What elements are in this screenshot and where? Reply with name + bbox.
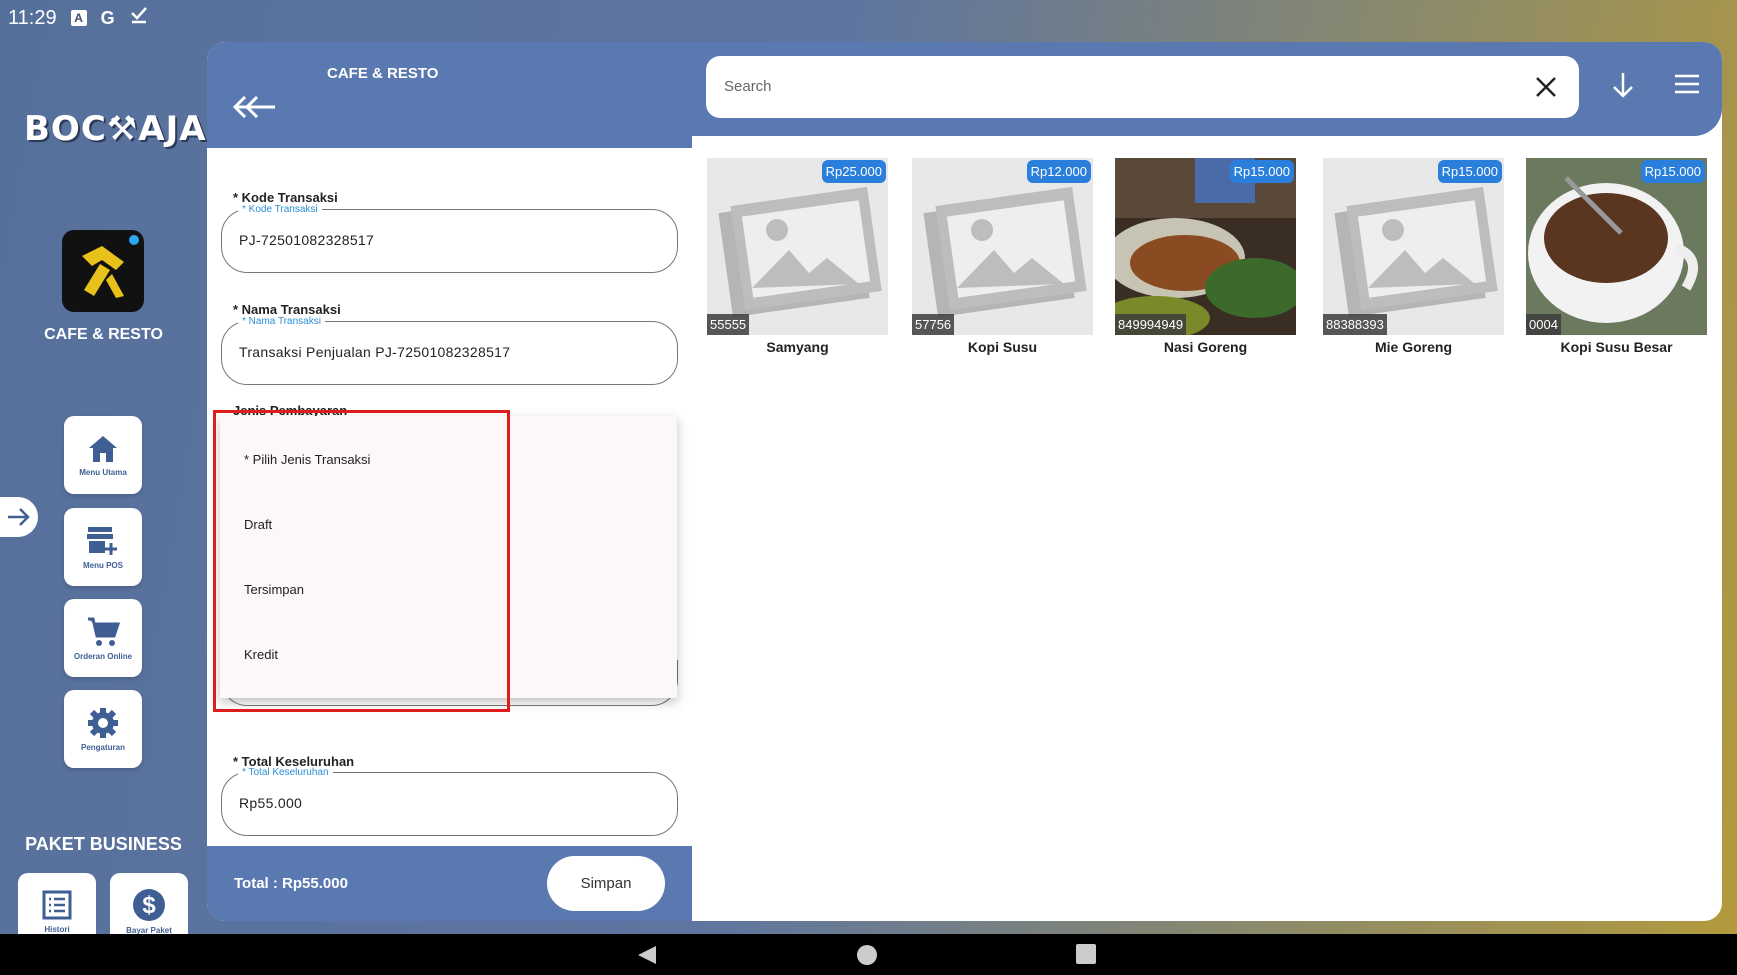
kode-transaksi-value: PJ-72501082328517 xyxy=(239,232,375,248)
image-placeholder-icon xyxy=(923,186,1087,318)
a-icon: A xyxy=(70,10,87,26)
product-card[interactable]: Rp25.000 55555 Samyang xyxy=(707,158,888,355)
histori-label: Histori xyxy=(44,924,70,934)
check-icon xyxy=(129,5,149,31)
svg-text:$: $ xyxy=(142,892,156,919)
kode-transaksi-field[interactable]: * Kode Transaksi PJ-72501082328517 xyxy=(221,204,678,273)
nama-transaksi-label: * Nama Transaksi xyxy=(233,302,341,317)
arrow-down-icon[interactable] xyxy=(1610,70,1636,100)
status-time: 11:29 xyxy=(8,6,57,29)
total-keseluruhan-value: Rp55.000 xyxy=(239,795,303,811)
search-input[interactable]: Search xyxy=(706,56,1579,118)
product-price: Rp25.000 xyxy=(821,160,886,183)
pengaturan-button[interactable]: Pengaturan xyxy=(64,690,142,768)
total-keseluruhan-hint: * Total Keseluruhan xyxy=(238,767,333,778)
product-price: Rp12.000 xyxy=(1026,160,1091,183)
product-image: Rp15.000 0004 xyxy=(1526,158,1707,335)
app-label: CAFE & RESTO xyxy=(44,326,163,343)
product-code: 849994949 xyxy=(1115,314,1187,335)
nama-transaksi-value: Transaksi Penjualan PJ-72501082328517 xyxy=(239,344,511,360)
product-price: Rp15.000 xyxy=(1640,160,1705,183)
sidebar: BOC⚒AJA CAFE & RESTO Menu Utama Menu POS… xyxy=(0,36,207,949)
product-code: 55555 xyxy=(707,314,750,335)
orderan-online-button[interactable]: Orderan Online xyxy=(64,599,142,677)
status-bar: 11:29 A G xyxy=(0,0,1737,36)
product-card[interactable]: Rp15.000 849994949 Nasi Goreng xyxy=(1115,158,1296,355)
system-nav-bar xyxy=(0,934,1737,975)
form-header: CAFE & RESTO xyxy=(207,42,692,148)
form-footer: Total : Rp55.000 Simpan xyxy=(207,846,692,921)
search-placeholder: Search xyxy=(724,78,772,95)
brand-logo: BOC⚒AJA xyxy=(24,109,207,149)
gear-icon xyxy=(88,707,118,738)
product-name: Kopi Susu Besar xyxy=(1560,339,1673,355)
paket-label: PAKET BUSINESS xyxy=(25,834,182,854)
nama-transaksi-field[interactable]: * Nama Transaksi Transaksi Penjualan PJ-… xyxy=(221,316,678,385)
pengaturan-label: Pengaturan xyxy=(80,742,125,752)
product-code: 0004 xyxy=(1526,314,1561,335)
product-price: Rp15.000 xyxy=(1437,160,1502,183)
google-icon: G xyxy=(100,7,115,28)
highlight-box xyxy=(213,410,510,712)
simpan-button[interactable]: Simpan xyxy=(547,856,665,911)
orderan-online-label: Orderan Online xyxy=(73,651,133,661)
dollar-icon: $ xyxy=(133,888,165,921)
back-icon[interactable] xyxy=(231,92,279,122)
arrow-right-icon xyxy=(8,508,30,526)
product-image: Rp25.000 55555 xyxy=(707,158,888,335)
kode-transaksi-label: * Kode Transaksi xyxy=(233,190,338,205)
close-icon[interactable] xyxy=(1531,72,1561,102)
form-title: CAFE & RESTO xyxy=(327,65,439,82)
menu-utama-button[interactable]: Menu Utama xyxy=(64,416,142,494)
home-nav-icon[interactable] xyxy=(856,944,878,966)
product-price: Rp15.000 xyxy=(1229,160,1294,183)
product-code: 57756 xyxy=(912,314,955,335)
menu-icon[interactable] xyxy=(1672,72,1702,96)
product-image: Rp12.000 57756 xyxy=(912,158,1093,335)
menu-pos-button[interactable]: Menu POS xyxy=(64,508,142,586)
cart-icon xyxy=(88,617,120,646)
product-name: Nasi Goreng xyxy=(1163,339,1248,355)
food-photo xyxy=(1115,158,1296,335)
notification-dot xyxy=(127,233,141,247)
product-image: Rp15.000 849994949 xyxy=(1115,158,1296,335)
nama-transaksi-hint: * Nama Transaksi xyxy=(238,316,325,327)
menu-pos-label: Menu POS xyxy=(82,560,123,570)
hammer-icon xyxy=(82,246,124,298)
total-keseluruhan-field[interactable]: * Total Keseluruhan Rp55.000 xyxy=(221,767,678,836)
product-name: Kopi Susu xyxy=(967,339,1038,355)
coffee-photo xyxy=(1526,158,1707,335)
image-placeholder-icon xyxy=(718,186,882,318)
product-code: 88388393 xyxy=(1323,314,1387,335)
menu-utama-label: Menu Utama xyxy=(79,467,127,477)
store-add-icon xyxy=(87,526,117,555)
product-card[interactable]: Rp15.000 88388393 Mie Goreng xyxy=(1323,158,1504,355)
app-icon[interactable] xyxy=(62,230,144,312)
products-panel: Search Rp25.000 55555 Samyang Rp12.000 5… xyxy=(692,42,1722,921)
recents-nav-icon[interactable] xyxy=(1076,944,1096,964)
list-icon xyxy=(42,890,72,919)
footer-total: Total : Rp55.000 xyxy=(234,875,348,892)
image-placeholder-icon xyxy=(1334,186,1498,318)
product-name: Mie Goreng xyxy=(1374,339,1452,355)
product-name: Samyang xyxy=(766,339,829,355)
products-header: Search xyxy=(692,42,1722,136)
kode-transaksi-hint: * Kode Transaksi xyxy=(238,204,322,215)
home-icon xyxy=(89,435,117,462)
back-nav-icon[interactable] xyxy=(636,944,658,966)
product-card[interactable]: Rp12.000 57756 Kopi Susu xyxy=(912,158,1093,355)
product-card[interactable]: Rp15.000 0004 Kopi Susu Besar xyxy=(1526,158,1707,355)
product-image: Rp15.000 88388393 xyxy=(1323,158,1504,335)
